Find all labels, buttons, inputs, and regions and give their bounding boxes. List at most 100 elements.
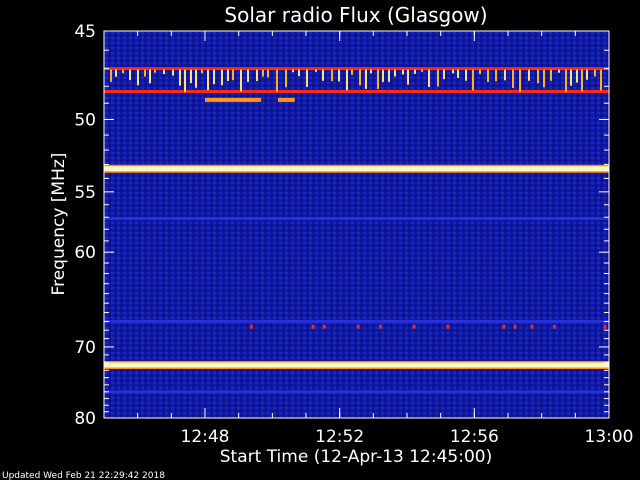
bright-band (104, 362, 609, 368)
burst-segment (205, 97, 262, 102)
y-tick-label: 50 (74, 110, 96, 130)
y-tick-label: 60 (74, 243, 96, 263)
plot-background (104, 31, 609, 418)
burst-mark (298, 69, 300, 77)
burst-mark (394, 69, 396, 77)
burst-spot (446, 324, 450, 329)
burst-mark (370, 69, 372, 74)
burst-mark (144, 69, 146, 77)
burst-segment (277, 97, 295, 102)
burst-mark (149, 69, 151, 84)
burst-mark (179, 69, 181, 86)
burst-mark (292, 69, 294, 73)
burst-mark (402, 69, 404, 75)
burst-mark (315, 69, 317, 72)
burst-spot (412, 324, 416, 329)
burst-mark (110, 69, 112, 82)
burst-mark (247, 69, 249, 82)
burst-mark (195, 69, 197, 88)
burst-mark (443, 69, 445, 80)
y-tick-label: 70 (74, 338, 96, 358)
plot-area (103, 30, 610, 419)
burst-mark (221, 69, 223, 86)
burst-mark (276, 69, 278, 92)
burst-mark (137, 69, 139, 86)
burst-mark (437, 69, 439, 87)
burst-mark (122, 69, 124, 74)
burst-mark (184, 69, 186, 93)
burst-mark (227, 69, 229, 82)
x-tick-label: 12:48 (181, 427, 230, 447)
burst-mark (581, 69, 583, 92)
y-tick-label: 55 (74, 183, 96, 203)
y-axis-label: Frequency [MHz] (49, 153, 69, 296)
burst-mark (407, 69, 409, 85)
burst-mark (594, 69, 596, 77)
burst-mark (457, 69, 459, 78)
burst-mark (163, 69, 165, 75)
burst-mark (346, 69, 348, 91)
burst-mark (600, 69, 602, 91)
burst-mark (465, 69, 467, 81)
burst-mark (331, 69, 333, 82)
burst-mark (306, 69, 308, 87)
burst-spot (530, 324, 534, 329)
burst-mark (479, 69, 481, 75)
y-tick-label: 80 (74, 409, 96, 429)
burst-mark (172, 69, 174, 76)
burst-mark (452, 69, 454, 74)
burst-mark (201, 69, 203, 74)
burst-spot (603, 324, 607, 329)
burst-mark (232, 69, 234, 81)
burst-mark (550, 69, 552, 81)
chart-title: Solar radio Flux (Glasgow) (224, 3, 487, 27)
dim-band (104, 390, 609, 394)
burst-mark (190, 69, 192, 84)
burst-mark (421, 69, 423, 72)
burst-mark (504, 69, 506, 81)
x-tick-label: 13:00 (585, 427, 634, 447)
burst-mark (322, 69, 324, 81)
burst-mark (495, 69, 497, 82)
burst-mark (359, 69, 361, 86)
burst-mark (543, 69, 545, 88)
updated-footer: Updated Wed Feb 21 22:29:42 2018 (2, 471, 165, 480)
burst-mark (428, 69, 430, 88)
dim-band (104, 319, 609, 323)
burst-spot (322, 324, 326, 329)
burst-mark (570, 69, 572, 86)
burst-mark (528, 69, 530, 81)
burst-mark (267, 69, 269, 78)
x-axis-label: Start Time (12-Apr-13 12:45:00) (220, 447, 492, 467)
burst-mark (213, 69, 215, 85)
burst-mark (382, 69, 384, 82)
burst-mark (262, 69, 264, 77)
burst-spot (311, 324, 315, 329)
burst-mark (240, 69, 242, 92)
burst-mark (338, 69, 340, 82)
burst-mark (207, 69, 209, 91)
y-tick-label: 45 (74, 22, 96, 42)
burst-mark (512, 69, 514, 89)
burst-mark (487, 69, 489, 83)
burst-spot (356, 324, 360, 329)
burst-mark (351, 69, 353, 75)
burst-mark (285, 69, 287, 88)
burst-spot (502, 324, 506, 329)
bright-band (104, 166, 609, 172)
burst-mark (472, 69, 474, 91)
x-tick-label: 12:52 (315, 427, 364, 447)
burst-spot (378, 324, 382, 329)
burst-mark (519, 69, 521, 93)
burst-mark (256, 69, 258, 82)
burst-mark (129, 69, 131, 81)
burst-spot (552, 324, 556, 329)
spectrogram-chart: Solar radio Flux (Glasgow) 455055607080 … (2, 3, 634, 480)
burst-mark (414, 69, 416, 74)
burst-mark (154, 69, 156, 73)
burst-mark (537, 69, 539, 84)
burst-mark (365, 69, 367, 89)
burst-mark (388, 69, 390, 82)
burst-mark (558, 69, 560, 73)
dim-band (104, 216, 609, 220)
